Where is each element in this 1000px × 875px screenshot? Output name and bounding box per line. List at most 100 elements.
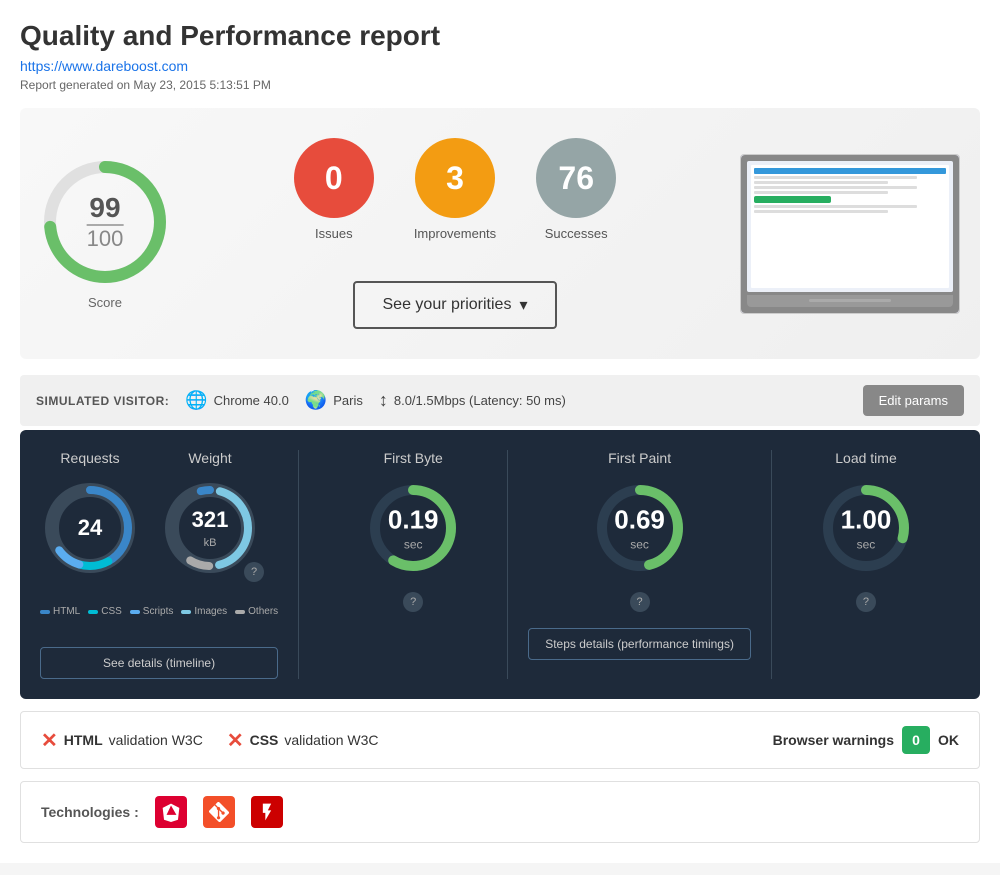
legend-css-label: CSS [101,606,122,617]
score-text: 99 100 [87,194,124,250]
legend-scripts-dot [130,610,140,614]
priorities-button[interactable]: See your priorities ▾ [353,281,558,329]
requests-count: 24 [78,515,102,541]
css-x-icon: ✕ [227,728,244,753]
stats-left: Requests 24 [40,450,299,679]
browser-warnings-badge: 0 [902,726,930,754]
flash-icon [251,796,283,828]
improvements-label: Improvements [414,226,496,241]
stats-grid: Requests 24 [40,450,960,679]
legend-css: CSS [88,606,122,617]
html-validation: ✕ HTML validation W3C [41,728,203,753]
metric-circles: 0 Issues 3 Improvements 76 Successes [294,138,616,241]
legend-html: HTML [40,606,80,617]
successes-label: Successes [545,226,608,241]
location-name: Paris [333,393,363,408]
browser-icon: 🌐 [185,390,207,411]
website-screenshot [740,154,960,314]
technologies-bar: Technologies : [20,781,980,843]
first-byte-inner: 0.19 sec [388,505,439,552]
priorities-btn-label: See your priorities [383,296,512,314]
page-title: Quality and Performance report [20,20,980,52]
legend-others-label: Others [248,606,278,617]
load-time-help-icon[interactable]: ? [856,592,876,612]
browser-warnings-ok: OK [938,732,959,748]
issues-label: Issues [315,226,353,241]
legend-others-dot [235,610,245,614]
load-time-value: 1.00 [841,505,892,535]
css-validation-suffix: validation W3C [284,732,378,748]
first-paint-ring: 0.69 sec [590,478,690,578]
successes-metric: 76 Successes [536,138,616,241]
load-time-ring: 1.00 sec [816,478,916,578]
legend-others: Others [235,606,278,617]
first-byte-help-icon[interactable]: ? [403,592,423,612]
weight-inner: 321 kB [192,507,229,549]
legend-html-dot [40,610,50,614]
load-time-inner: 1.00 sec [841,505,892,552]
angular-icon [155,796,187,828]
load-time-unit: sec [857,538,876,552]
first-byte-block: First Byte 0.19 sec ? [319,450,507,679]
visitor-browser: 🌐 Chrome 40.0 [185,390,289,411]
browser-name: Chrome 40.0 [214,393,289,408]
first-byte-unit: sec [404,538,423,552]
legend-scripts-label: Scripts [143,606,174,617]
legend-images-label: Images [194,606,227,617]
requests-donut: 24 [40,478,140,578]
improvements-metric: 3 Improvements [414,138,496,241]
first-paint-help-icon[interactable]: ? [630,592,650,612]
edit-params-button[interactable]: Edit params [863,385,964,416]
score-denominator: 100 [87,224,124,250]
summary-card: 99 100 Score 0 Issues 3 Improvements 76 [20,108,980,359]
issues-metric: 0 Issues [294,138,374,241]
legend-images: Images [181,606,227,617]
git-icon [203,796,235,828]
bandwidth-icon: ↕ [379,390,388,411]
legend-images-dot [181,610,191,614]
validation-bar: ✕ HTML validation W3C ✕ CSS validation W… [20,711,980,769]
issues-badge: 0 [294,138,374,218]
page-url-link[interactable]: https://www.dareboost.com [20,58,980,74]
score-section: 99 100 Score [40,157,170,310]
improvements-badge: 3 [415,138,495,218]
chevron-down-icon: ▾ [519,295,527,315]
first-paint-inner: 0.69 sec [614,505,665,552]
first-paint-value: 0.69 [614,505,665,535]
html-validation-label: HTML [64,732,103,748]
metrics-section: 0 Issues 3 Improvements 76 Successes See… [294,138,616,329]
weight-help-icon[interactable]: ? [244,562,264,582]
score-ring: 99 100 [40,157,170,287]
legend-css-dot [88,610,98,614]
requests-block: Requests 24 [40,450,140,578]
first-paint-title: First Paint [608,450,671,466]
visitor-bar-label: SIMULATED VISITOR: [36,394,169,408]
stats-panel: Requests 24 [20,430,980,699]
legend-html-label: HTML [53,606,80,617]
visitor-bar: SIMULATED VISITOR: 🌐 Chrome 40.0 🌍 Paris… [20,375,980,426]
screenshot-section [740,154,960,314]
html-validation-suffix: validation W3C [109,732,203,748]
css-validation: ✕ CSS validation W3C [227,728,379,753]
location-icon: 🌍 [305,390,327,411]
timeline-button[interactable]: See details (timeline) [40,647,278,679]
visitor-location: 🌍 Paris [305,390,363,411]
bandwidth-value: 8.0/1.5Mbps (Latency: 50 ms) [394,393,566,408]
chart-legend: HTML CSS Scripts Images [40,606,278,617]
score-numerator: 99 [87,194,124,222]
timings-button[interactable]: Steps details (performance timings) [528,628,751,660]
first-byte-title: First Byte [384,450,443,466]
report-date: Report generated on May 23, 2015 5:13:51… [20,78,980,92]
stats-left-top: Requests 24 [40,450,278,578]
visitor-bandwidth: ↕ 8.0/1.5Mbps (Latency: 50 ms) [379,390,566,411]
load-time-block: Load time 1.00 sec ? [772,450,960,679]
weight-donut: 321 kB ? [160,478,260,578]
first-byte-value: 0.19 [388,505,439,535]
first-paint-block: First Paint 0.69 sec ? Steps details (pe… [507,450,772,679]
browser-warnings-section: Browser warnings 0 OK [773,726,959,754]
browser-warnings-label: Browser warnings [773,732,894,748]
requests-inner: 24 [78,515,102,541]
load-time-title: Load time [835,450,896,466]
first-paint-unit: sec [630,538,649,552]
legend-scripts: Scripts [130,606,174,617]
